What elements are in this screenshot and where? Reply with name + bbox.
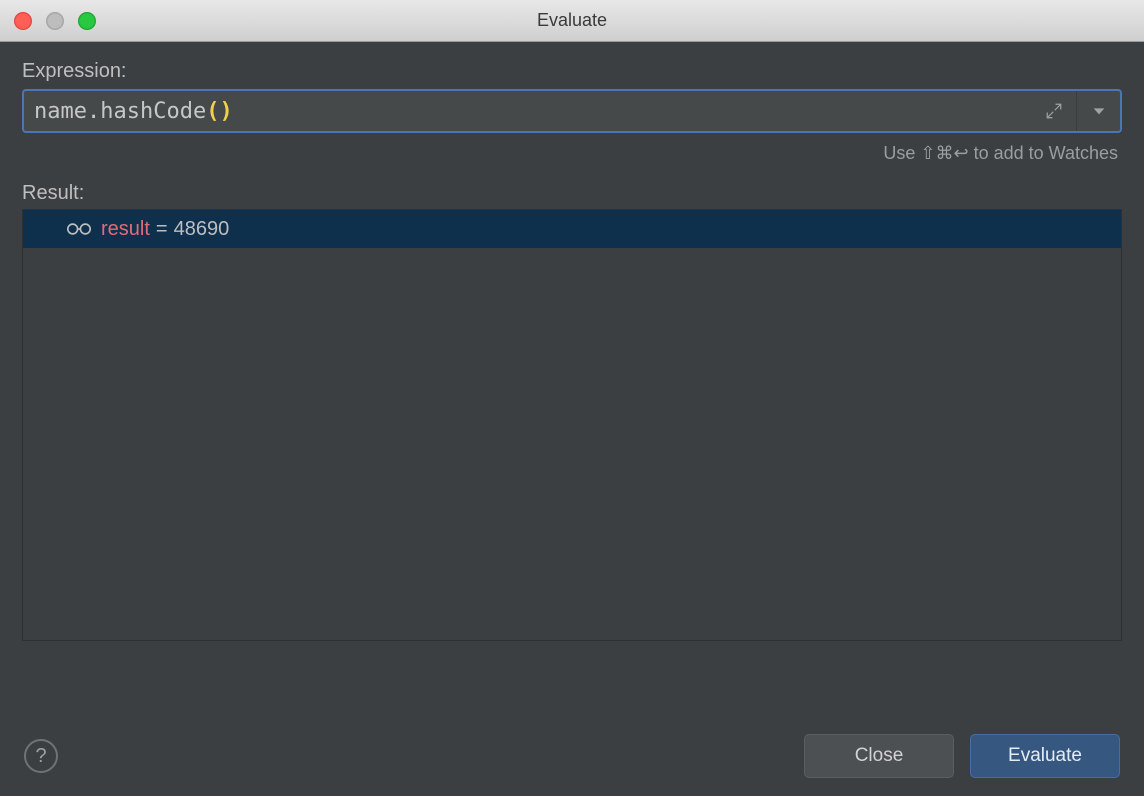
window-title: Evaluate: [537, 10, 607, 31]
titlebar: Evaluate: [0, 0, 1144, 42]
expression-token-object: name: [34, 99, 87, 124]
close-window-button[interactable]: [14, 12, 32, 30]
expand-icon[interactable]: [1032, 91, 1076, 131]
dialog-body: Expression: name.hashCode() Use ⇧⌘↩ to a…: [0, 42, 1144, 641]
expression-input[interactable]: name.hashCode(): [24, 91, 1032, 131]
expression-token-lparen: (: [206, 99, 219, 124]
result-equals: =: [156, 218, 168, 241]
close-button-label: Close: [855, 745, 904, 767]
expression-token-dot: .: [87, 99, 100, 124]
help-button[interactable]: ?: [24, 739, 58, 773]
help-icon: ?: [35, 745, 46, 768]
result-variable-name: result: [101, 218, 150, 241]
add-to-watches-hint: Use ⇧⌘↩ to add to Watches: [22, 143, 1118, 164]
expression-actions: [1032, 91, 1120, 131]
glasses-icon: [65, 221, 93, 237]
evaluate-button[interactable]: Evaluate: [970, 734, 1120, 778]
result-row[interactable]: result = 48690: [23, 210, 1121, 248]
expression-field-row: name.hashCode(): [22, 89, 1122, 133]
result-value: 48690: [174, 218, 230, 241]
window-controls: [14, 12, 96, 30]
button-bar: ? Close Evaluate: [0, 716, 1144, 796]
expression-label: Expression:: [22, 60, 1122, 83]
expression-token-method: hashCode: [100, 99, 206, 124]
result-label: Result:: [22, 182, 1122, 205]
history-dropdown-icon[interactable]: [1076, 91, 1120, 131]
minimize-window-button[interactable]: [46, 12, 64, 30]
close-button[interactable]: Close: [804, 734, 954, 778]
evaluate-button-label: Evaluate: [1008, 745, 1082, 767]
result-panel: result = 48690: [22, 209, 1122, 641]
expression-token-rparen: ): [219, 99, 232, 124]
zoom-window-button[interactable]: [78, 12, 96, 30]
